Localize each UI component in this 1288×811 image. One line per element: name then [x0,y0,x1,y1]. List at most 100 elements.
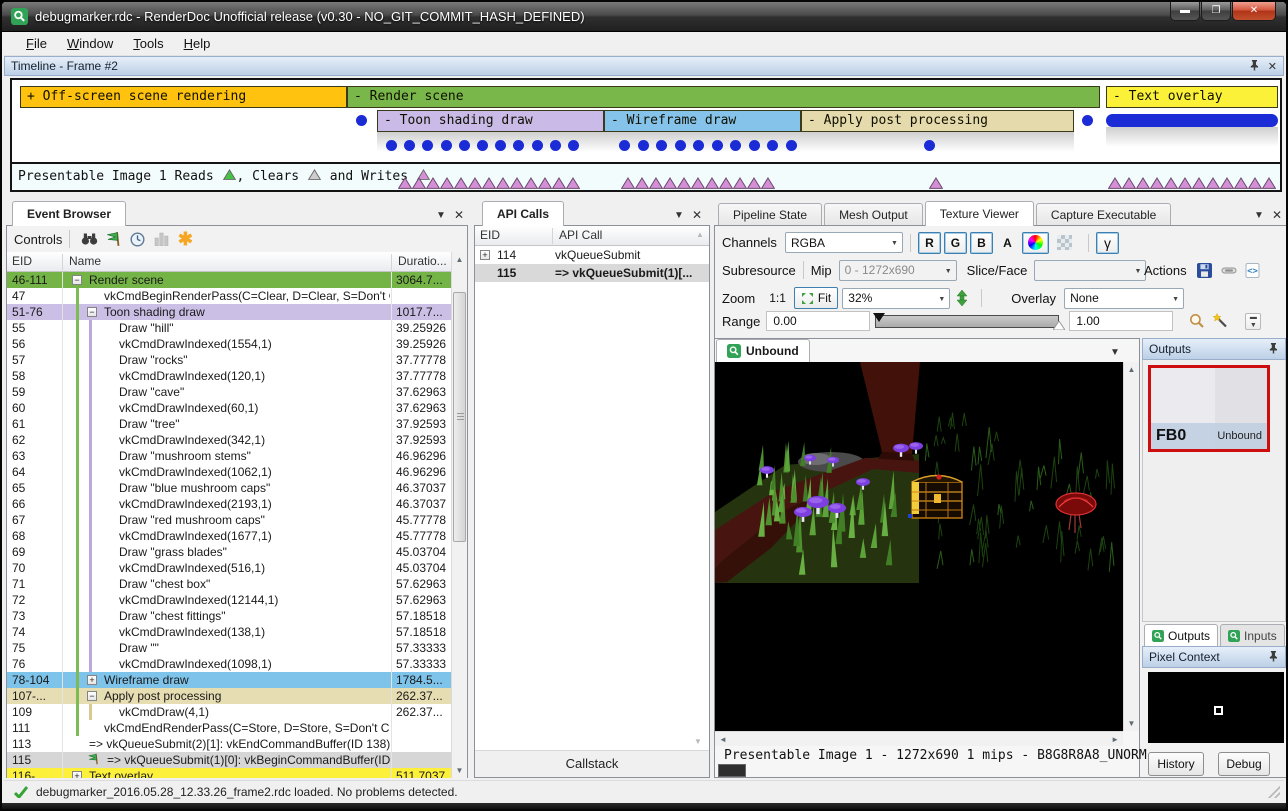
callstack-dropdown-icon[interactable]: ▼ [694,737,702,746]
range-max-input[interactable]: 1.00 [1069,311,1173,331]
event-row-76[interactable]: 76vkCmdDrawIndexed(1098,1)57.33333 [7,656,451,672]
timeline-draw-dot[interactable] [477,140,488,151]
event-row-107[interactable]: 107-...−Apply post processing262.37... [7,688,451,704]
event-row-62[interactable]: 62vkCmdDrawIndexed(342,1)37.92593 [7,432,451,448]
tab-mesh-output[interactable]: Mesh Output [824,203,923,226]
tab-pipeline-state[interactable]: Pipeline State [718,203,822,226]
timeline-dock-header[interactable]: Timeline - Frame #2 ✕ [4,56,1284,76]
timeline-draw-dot[interactable] [532,140,543,151]
timeline-draw-dot[interactable] [749,140,760,151]
event-row-61[interactable]: 61Draw "tree"37.92593 [7,416,451,432]
timeline-panel[interactable]: + Off-screen scene rendering- Render sce… [10,78,1282,164]
mip-combo[interactable]: 0 - 1272x690▼ [839,260,957,281]
channel-green-button[interactable]: G [944,232,967,254]
event-row-59[interactable]: 59Draw "cave"37.62963 [7,384,451,400]
expand-icon[interactable]: + [480,250,490,260]
event-row-64[interactable]: 64vkCmdDrawIndexed(1062,1)46.96296 [7,464,451,480]
event-row-115[interactable]: 115=> vkQueueSubmit(1)[0]: vkBeginComman… [7,752,451,768]
timeline-draw-dot[interactable] [693,140,704,151]
timeline-marker-bar[interactable]: - Toon shading draw [377,110,604,132]
event-row-69[interactable]: 69Draw "grass blades"45.03704 [7,544,451,560]
event-row-60[interactable]: 60vkCmdDrawIndexed(60,1)37.62963 [7,400,451,416]
event-row-65[interactable]: 65Draw "blue mushroom caps"46.37037 [7,480,451,496]
debug-button[interactable]: Debug [1218,752,1270,776]
event-row-73[interactable]: 73Draw "chest fittings"57.18518 [7,608,451,624]
pixel-context-pin-icon[interactable] [1268,651,1279,663]
tab-event-browser[interactable]: Event Browser [12,201,126,226]
timeline-close-icon[interactable]: ✕ [1268,60,1277,73]
menu-tools[interactable]: Tools [123,33,173,54]
fb0-thumbnail[interactable]: FB0 Unbound [1148,365,1270,452]
flip-y-icon[interactable] [950,287,974,309]
maximize-button[interactable]: ❐ [1201,2,1231,21]
channel-alpha-button[interactable]: A [996,232,1019,254]
api-calls-header[interactable]: EID API Call [475,226,709,246]
resize-grip[interactable] [1268,786,1280,798]
api-calls-menu-icon[interactable]: ▼ [674,210,684,221]
event-row-55[interactable]: 55Draw "hill"39.25926 [7,320,451,336]
menu-file[interactable]: File [16,33,57,54]
link-icon[interactable] [1217,259,1241,281]
texture-hscrollbar[interactable]: ◄ ► [715,731,1123,746]
autofit-magnifier-icon[interactable] [1185,310,1209,332]
event-row-66[interactable]: 66vkCmdDrawIndexed(2193,1)46.37037 [7,496,451,512]
expand-icon[interactable]: + [72,771,82,778]
event-row-47[interactable]: 47vkCmdBeginRenderPass(C=Clear, D=Clear,… [7,288,451,304]
event-row-116[interactable]: 116-...+Text overlay511.7037 [7,768,451,778]
open-shader-code-icon[interactable]: <> [1241,259,1265,281]
timeline-draw-dot[interactable] [568,140,579,151]
timeline-draw-capsule[interactable] [1106,114,1278,127]
timeline-event-dot[interactable] [1082,115,1093,126]
event-row-71[interactable]: 71Draw "chest box"57.62963 [7,576,451,592]
minimize-button[interactable]: ▬ [1170,2,1200,21]
zoom-fit-button[interactable]: Fit [794,287,838,309]
api-call-row-114[interactable]: +114vkQueueSubmit [475,246,709,264]
event-row-72[interactable]: 72vkCmdDrawIndexed(12144,1)57.62963 [7,592,451,608]
pixel-context-header[interactable]: Pixel Context [1142,646,1286,668]
event-row-113[interactable]: 113=> vkQueueSubmit(2)[1]: vkEndCommandB… [7,736,451,752]
tab-api-calls[interactable]: API Calls [482,201,564,226]
timeline-draw-dot[interactable] [656,140,667,151]
channels-combo[interactable]: RGBA▼ [785,232,903,253]
history-button[interactable]: History [1148,752,1204,776]
channel-red-button[interactable]: R [918,232,941,254]
slice-face-combo[interactable]: ▼ [1034,260,1146,281]
timeline-draw-dot[interactable] [924,140,935,151]
overlay-combo[interactable]: None▼ [1064,288,1184,309]
timeline-marker-bar[interactable]: - Apply post processing [801,110,1074,132]
texture-vscrollbar[interactable]: ▲ ▼ [1123,362,1139,731]
event-row-67[interactable]: 67Draw "red mushroom caps"45.77778 [7,512,451,528]
time-draws-clock-icon[interactable] [125,228,149,250]
event-row-78104[interactable]: 78-104+Wireframe draw1784.5... [7,672,451,688]
range-slider[interactable] [873,313,1065,329]
api-scroll-up-icon[interactable]: ▲ [696,230,704,239]
event-row-109[interactable]: 109vkCmdDraw(4,1)262.37... [7,704,451,720]
event-row-5176[interactable]: 51-76−Toon shading draw1017.7... [7,304,451,320]
timeline-draw-dot[interactable] [730,140,741,151]
custom-action-star-icon[interactable]: ✱ [173,228,197,250]
zoom-combo[interactable]: 32%▼ [842,288,950,309]
find-event-binoculars-icon[interactable] [77,228,101,250]
range-min-input[interactable]: 0.00 [766,311,870,331]
range-black-handle[interactable] [873,313,885,322]
timeline-event-dot[interactable] [356,115,367,126]
right-panel-close-icon[interactable]: ✕ [1272,208,1282,222]
right-panel-menu-icon[interactable]: ▼ [1254,210,1264,221]
tab-capture-executable[interactable]: Capture Executable [1036,203,1171,226]
api-call-row-115[interactable]: 115=> vkQueueSubmit(1)[... [475,264,709,282]
timeline-draw-dot[interactable] [786,140,797,151]
event-row-74[interactable]: 74vkCmdDrawIndexed(138,1)57.18518 [7,624,451,640]
tab-unbound-texture[interactable]: Unbound [716,339,810,362]
texture-canvas[interactable] [715,362,1123,731]
outputs-pin-icon[interactable] [1268,343,1279,355]
range-white-handle[interactable] [1053,321,1065,330]
timeline-marker-bar[interactable]: - Wireframe draw [604,110,801,132]
api-calls-close-icon[interactable]: ✕ [692,208,702,222]
checkerboard-icon[interactable] [1052,232,1078,254]
gamma-button[interactable]: γ [1096,232,1119,254]
tab-texture-viewer[interactable]: Texture Viewer [925,201,1034,226]
event-row-56[interactable]: 56vkCmdDrawIndexed(1554,1)39.25926 [7,336,451,352]
colorwheel-icon[interactable] [1022,232,1049,254]
timeline-marker-bar[interactable]: - Text overlay [1106,86,1278,108]
event-browser-close-icon[interactable]: ✕ [454,208,464,222]
